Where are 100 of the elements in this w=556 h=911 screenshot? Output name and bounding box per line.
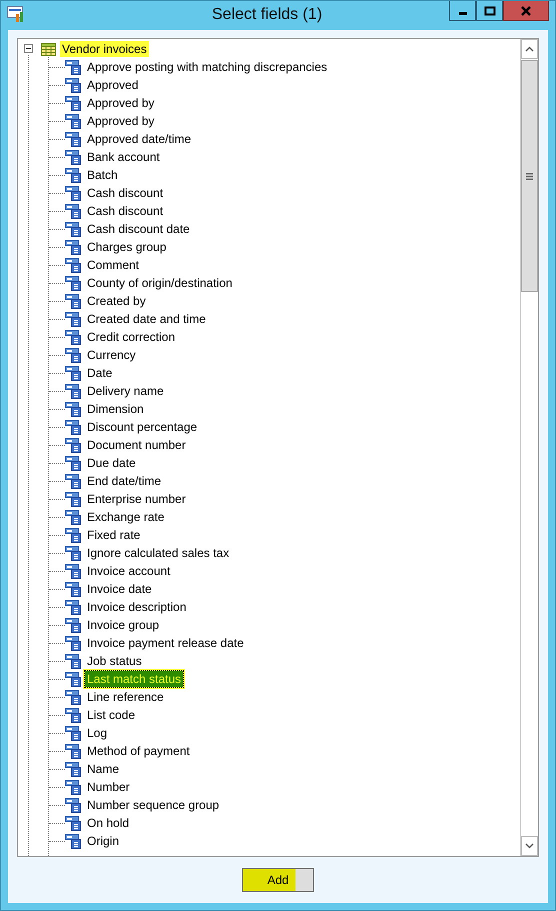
- minimize-button[interactable]: [449, 1, 476, 21]
- tree-item[interactable]: Cash discount date: [85, 221, 192, 237]
- tree-item[interactable]: Origin: [85, 833, 122, 849]
- field-icon: [65, 330, 81, 344]
- tree-item[interactable]: Invoice account: [85, 563, 172, 579]
- field-icon: [65, 564, 81, 578]
- tree-item[interactable]: Invoice description: [85, 599, 188, 615]
- tree-item[interactable]: Delivery name: [85, 383, 166, 399]
- field-icon: [65, 798, 81, 812]
- field-icon: [65, 528, 81, 542]
- tree-item[interactable]: Currency: [85, 347, 138, 363]
- tree-item[interactable]: Line reference: [85, 689, 166, 705]
- scroll-down-button[interactable]: [521, 836, 538, 856]
- chevron-up-icon: [525, 46, 534, 52]
- window-title: Select fields (1): [210, 6, 322, 24]
- app-icon: [7, 6, 25, 22]
- maximize-button[interactable]: [476, 1, 504, 21]
- field-icon: [65, 708, 81, 722]
- field-icon: [65, 600, 81, 614]
- field-icon: [65, 96, 81, 110]
- tree-item[interactable]: Invoice group: [85, 617, 162, 633]
- field-icon: [65, 312, 81, 326]
- field-icon: [65, 294, 81, 308]
- field-icon: [65, 582, 81, 596]
- close-button[interactable]: [503, 1, 550, 21]
- grip-icon: [526, 172, 533, 180]
- close-icon: [520, 6, 532, 16]
- tree-item[interactable]: Date: [85, 365, 114, 381]
- tree-item[interactable]: Job status: [85, 653, 144, 669]
- tree-item[interactable]: Enterprise number: [85, 491, 188, 507]
- tree-item[interactable]: Ignore calculated sales tax: [85, 545, 232, 561]
- tree-item[interactable]: Number sequence group: [85, 797, 222, 813]
- field-icon: [65, 258, 81, 272]
- field-icon: [65, 60, 81, 74]
- tree-item[interactable]: Approved: [85, 77, 140, 93]
- tree-item[interactable]: On hold: [85, 815, 132, 831]
- field-icon: [65, 762, 81, 776]
- field-icon: [65, 384, 81, 398]
- field-icon: [65, 474, 81, 488]
- tree-item[interactable]: Exchange rate: [85, 509, 166, 525]
- field-icon: [65, 276, 81, 290]
- field-icon: [65, 780, 81, 794]
- tree-item[interactable]: Created date and time: [85, 311, 208, 327]
- field-icon: [65, 204, 81, 218]
- field-icon: [65, 618, 81, 632]
- field-icon: [65, 222, 81, 236]
- tree-item[interactable]: List code: [85, 707, 138, 723]
- tree-item[interactable]: Cash discount: [85, 203, 166, 219]
- field-icon: [65, 744, 81, 758]
- tree-item[interactable]: Approve posting with matching discrepancies: [85, 59, 330, 75]
- chevron-down-icon: [525, 843, 534, 849]
- tree-item[interactable]: Credit correction: [85, 329, 178, 345]
- field-icon: [65, 366, 81, 380]
- tree-item[interactable]: Charges group: [85, 239, 168, 255]
- tree-item[interactable]: Vendor invoices: [60, 41, 149, 57]
- tree-item[interactable]: Created by: [85, 293, 148, 309]
- tree-item[interactable]: Discount percentage: [85, 419, 200, 435]
- field-icon: [65, 546, 81, 560]
- field-icon: [65, 654, 81, 668]
- tree-item[interactable]: Number: [85, 779, 132, 795]
- field-icon: [65, 726, 81, 740]
- field-icon: [65, 132, 81, 146]
- minimize-icon: [458, 12, 467, 15]
- tree-item[interactable]: Batch: [85, 167, 120, 183]
- scrollbar[interactable]: [520, 39, 538, 856]
- tree-item[interactable]: Document number: [85, 437, 188, 453]
- table-icon: [41, 42, 56, 56]
- tree-item[interactable]: Comment: [85, 257, 142, 273]
- field-icon: [65, 672, 81, 686]
- field-icon: [65, 78, 81, 92]
- tree-item[interactable]: Log: [85, 725, 110, 741]
- tree-item[interactable]: Due date: [85, 455, 138, 471]
- tree-item[interactable]: County of origin/destination: [85, 275, 234, 291]
- field-icon: [65, 348, 81, 362]
- add-button[interactable]: Add: [242, 868, 314, 892]
- tree-item[interactable]: Approved by: [85, 95, 156, 111]
- maximize-icon: [484, 6, 496, 16]
- tree-item[interactable]: Cash discount: [85, 185, 166, 201]
- field-icon: [65, 636, 81, 650]
- tree-item[interactable]: End date/time: [85, 473, 164, 489]
- field-icon: [65, 510, 81, 524]
- collapse-icon[interactable]: [24, 44, 33, 53]
- field-icon: [65, 402, 81, 416]
- field-icon: [65, 168, 81, 182]
- tree-item[interactable]: Invoice date: [85, 581, 154, 597]
- tree-item[interactable]: Dimension: [85, 401, 146, 417]
- scroll-thumb[interactable]: [521, 60, 538, 292]
- tree-item[interactable]: Last match status: [85, 671, 184, 687]
- tree-item[interactable]: Bank account: [85, 149, 162, 165]
- tree-item[interactable]: Approved by: [85, 113, 156, 129]
- tree-item[interactable]: Approved date/time: [85, 131, 194, 147]
- field-icon: [65, 150, 81, 164]
- field-icon: [65, 114, 81, 128]
- tree-item[interactable]: Method of payment: [85, 743, 192, 759]
- tree-item[interactable]: Fixed rate: [85, 527, 142, 543]
- scroll-up-button[interactable]: [521, 39, 538, 59]
- tree-item[interactable]: Name: [85, 761, 122, 777]
- field-icon: [65, 456, 81, 470]
- field-icon: [65, 690, 81, 704]
- tree-item[interactable]: Invoice payment release date: [85, 635, 246, 651]
